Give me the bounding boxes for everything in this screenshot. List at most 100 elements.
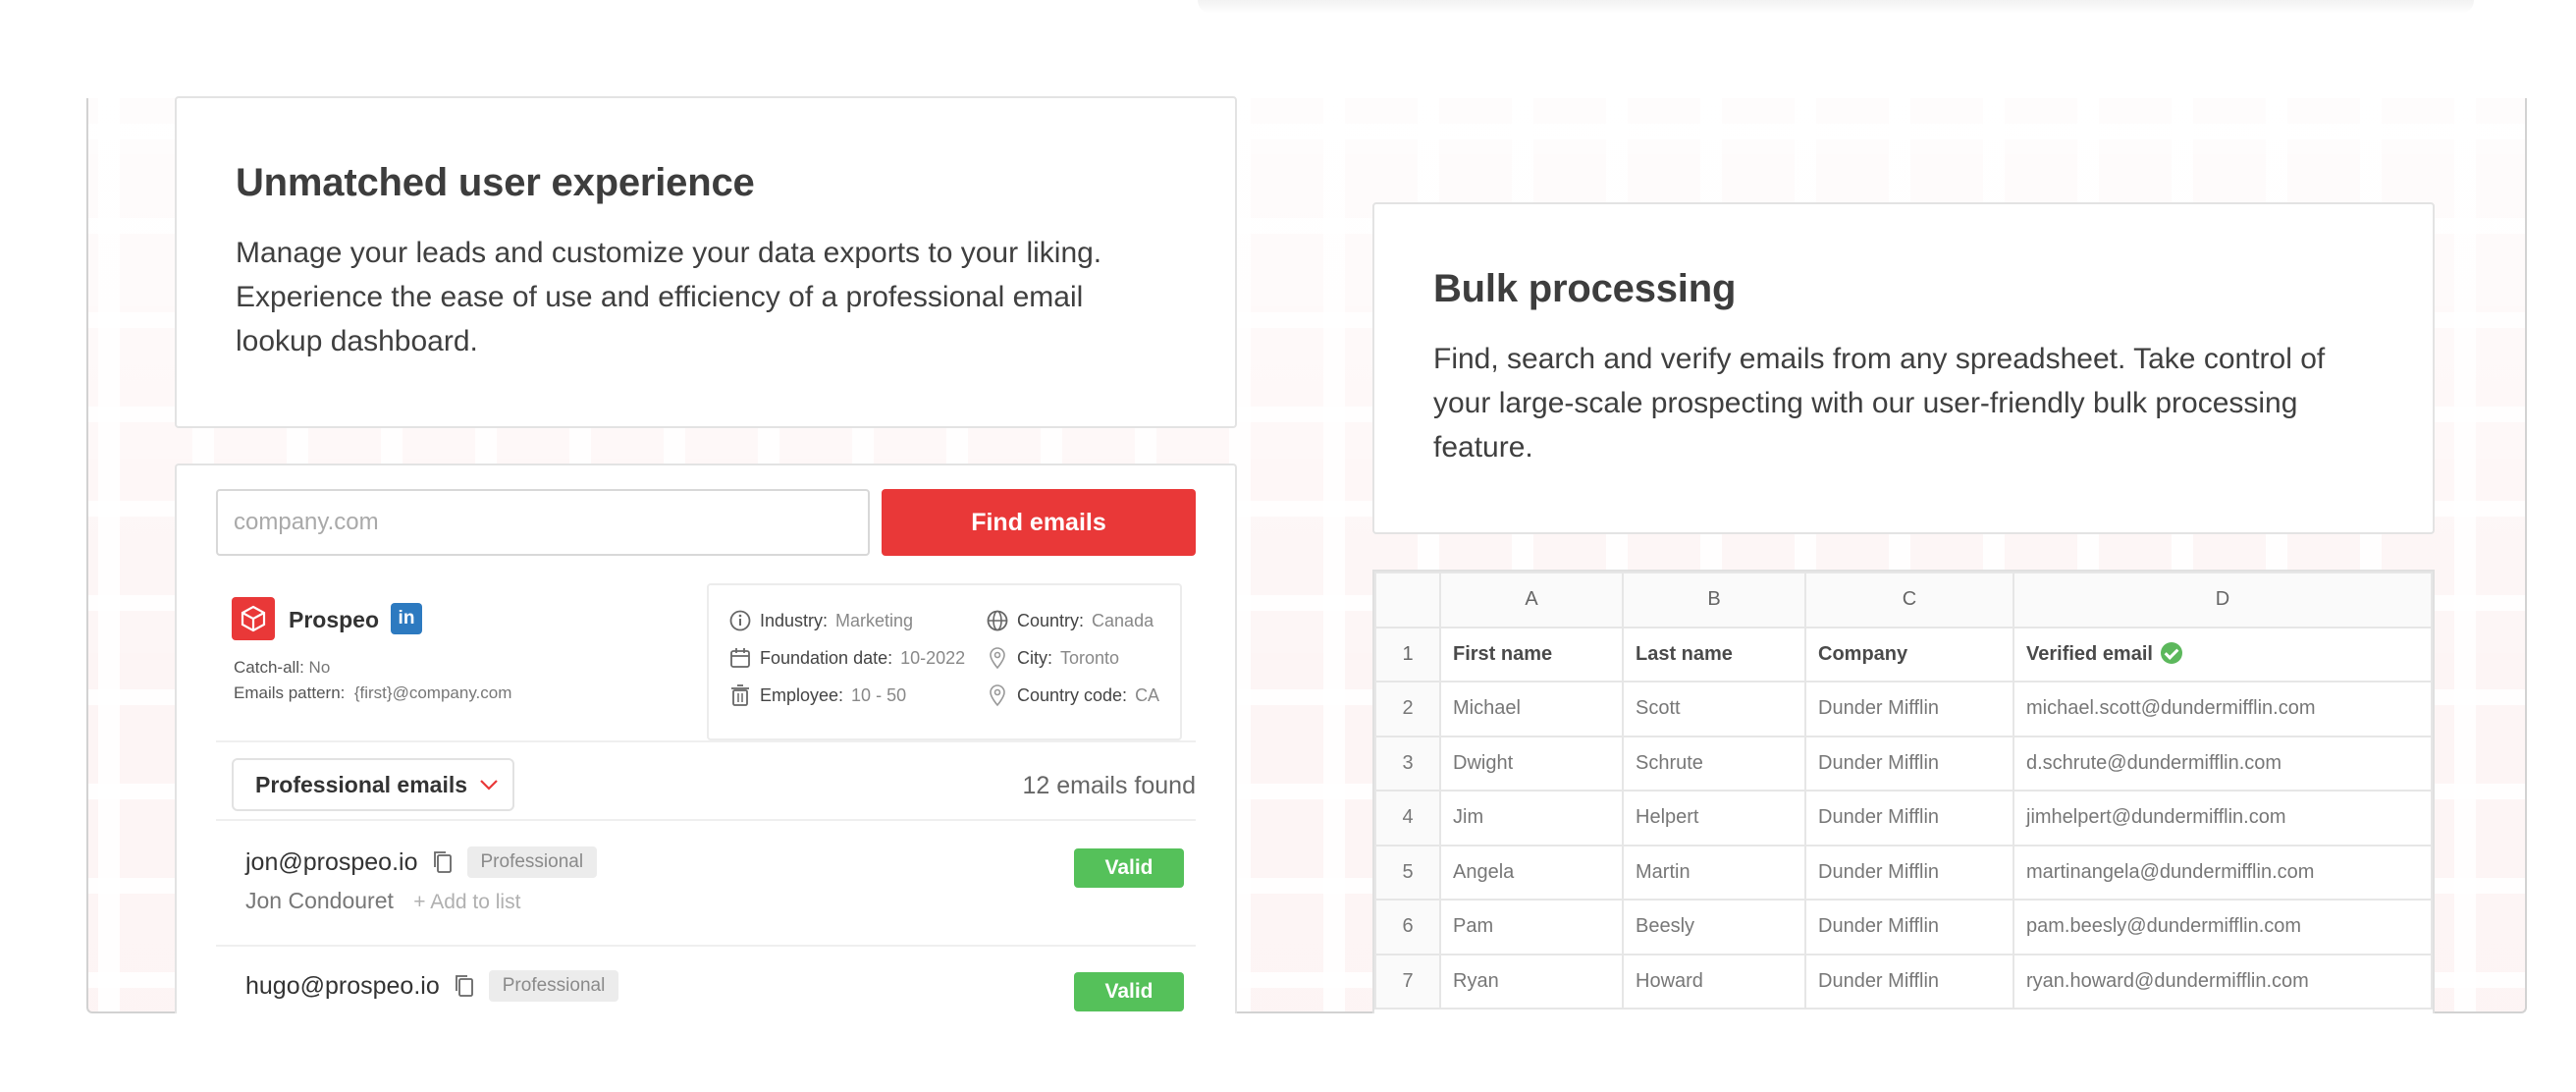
catch-all-value: No: [308, 658, 331, 677]
top-shadow: [1198, 0, 2474, 14]
table-cell[interactable]: martinangela@dundermifflin.com: [2012, 844, 2433, 901]
table-row: 7 Ryan Howard Dunder Mifflin ryan.howard…: [1374, 953, 2433, 1010]
email-type-tag: Professional: [466, 846, 598, 878]
location-pin-icon: [990, 684, 1005, 707]
divider: [216, 740, 1196, 742]
table-cell[interactable]: Beesly: [1622, 899, 1806, 956]
table-cell[interactable]: Howard: [1622, 953, 1806, 1010]
country-label: Country:: [1017, 610, 1085, 630]
globe-icon: [987, 610, 1008, 631]
divider: [216, 819, 1196, 821]
contact-name-row: Jon Condouret + Add to list: [245, 888, 520, 914]
valid-badge: Valid: [1074, 972, 1184, 1011]
table-cell[interactable]: Jim: [1439, 790, 1624, 846]
table-cell[interactable]: Dunder Mifflin: [1804, 953, 2014, 1010]
table-cell[interactable]: pam.beesly@dundermifflin.com: [2012, 899, 2433, 956]
column-header[interactable]: D: [2012, 572, 2433, 628]
table-cell[interactable]: Dwight: [1439, 735, 1624, 792]
table-cell[interactable]: ryan.howard@dundermifflin.com: [2012, 953, 2433, 1010]
company-name: Prospeo: [289, 607, 380, 632]
email-type-label: Professional emails: [255, 771, 468, 797]
table-row: 6 Pam Beesly Dunder Mifflin pam.beesly@d…: [1374, 899, 2433, 956]
linkedin-icon[interactable]: in: [391, 603, 422, 634]
table-cell[interactable]: Helpert: [1622, 790, 1806, 846]
company-logo-icon: [232, 597, 275, 640]
location-pin-icon: [990, 647, 1005, 670]
row-number: 7: [1374, 953, 1441, 1010]
table-cell[interactable]: Company: [1804, 626, 2014, 682]
row-number: 1: [1374, 626, 1441, 682]
table-cell[interactable]: Angela: [1439, 844, 1624, 901]
table-row: 1 First name Last name Company Verified …: [1374, 626, 2433, 682]
email-address: jon@prospeo.io: [245, 847, 418, 876]
foundation-info: Foundation date: 10-2022: [728, 646, 965, 670]
foundation-value: 10-2022: [900, 647, 966, 668]
table-cell[interactable]: Martin: [1622, 844, 1806, 901]
city-value: Toronto: [1060, 647, 1120, 668]
table-cell[interactable]: Dunder Mifflin: [1804, 844, 2014, 901]
country-info: Country: Canada: [986, 609, 1154, 632]
feature-body-bulk: Find, search and verify emails from any …: [1433, 343, 2326, 464]
add-to-list-link[interactable]: + Add to list: [413, 891, 520, 913]
table-cell[interactable]: Michael: [1439, 681, 1624, 737]
email-address-row: hugo@prospeo.io Professional: [245, 970, 619, 1002]
industry-info: Industry: Marketing: [728, 609, 913, 632]
email-address-row: jon@prospeo.io Professional: [245, 846, 598, 878]
row-number: 3: [1374, 735, 1441, 792]
foundation-label: Foundation date:: [760, 647, 893, 668]
column-header[interactable]: C: [1804, 572, 2014, 628]
country-code-value: CA: [1135, 684, 1160, 705]
table-cell[interactable]: First name: [1439, 626, 1624, 682]
catch-all-info: Catch-all: No: [234, 658, 330, 678]
feature-title-bulk: Bulk processing: [1433, 267, 1737, 310]
industry-label: Industry:: [760, 610, 829, 630]
employee-info: Employee: 10 - 50: [728, 683, 906, 707]
spreadsheet-preview: A B C D 1 First name Last name Company V…: [1372, 570, 2435, 1013]
find-emails-button[interactable]: Find emails: [882, 489, 1196, 556]
valid-badge: Valid: [1074, 848, 1184, 888]
email-type-dropdown[interactable]: Professional emails: [232, 758, 514, 811]
country-code-label: Country code:: [1017, 684, 1128, 705]
email-pattern-label: Emails pattern:: [234, 683, 346, 702]
city-info: City: Toronto: [986, 646, 1119, 670]
check-circle-icon: [2160, 642, 2182, 665]
table-row: 3 Dwight Schrute Dunder Mifflin d.schrut…: [1374, 735, 2433, 792]
table-cell[interactable]: Verified email: [2012, 626, 2433, 682]
spreadsheet-table: A B C D 1 First name Last name Company V…: [1374, 572, 2433, 1010]
email-pattern-value: {first}@company.com: [353, 683, 512, 702]
copy-icon[interactable]: [432, 849, 454, 875]
table-cell[interactable]: Ryan: [1439, 953, 1624, 1010]
industry-value: Marketing: [835, 610, 914, 630]
feature-title-ux: Unmatched user experience: [236, 161, 755, 204]
employee-value: 10 - 50: [851, 684, 907, 705]
city-label: City:: [1017, 647, 1052, 668]
calendar-icon: [730, 648, 750, 668]
table-cell[interactable]: Schrute: [1622, 735, 1806, 792]
table-cell[interactable]: Scott: [1622, 681, 1806, 737]
table-cell[interactable]: michael.scott@dundermifflin.com: [2012, 681, 2433, 737]
table-cell[interactable]: Dunder Mifflin: [1804, 735, 2014, 792]
company-info-box: Industry: Marketing Foundation date: 10-…: [707, 583, 1182, 740]
table-cell[interactable]: Pam: [1439, 899, 1624, 956]
domain-search-input[interactable]: [216, 489, 870, 556]
employee-label: Employee:: [760, 684, 844, 705]
copy-icon[interactable]: [454, 973, 475, 999]
email-type-tag: Professional: [488, 970, 619, 1002]
column-header[interactable]: A: [1439, 572, 1624, 628]
emails-found-count: 12 emails found: [1022, 772, 1196, 799]
feature-body-ux: Manage your leads and customize your dat…: [236, 237, 1102, 357]
email-address: hugo@prospeo.io: [245, 971, 440, 1000]
row-number: 5: [1374, 844, 1441, 901]
feature-card-bulk: Bulk processing Find, search and verify …: [1372, 202, 2435, 534]
row-number: 4: [1374, 790, 1441, 846]
table-cell[interactable]: Dunder Mifflin: [1804, 899, 2014, 956]
table-cell[interactable]: d.schrute@dundermifflin.com: [2012, 735, 2433, 792]
feature-card-ux: Unmatched user experience Manage your le…: [175, 96, 1237, 428]
table-cell[interactable]: Dunder Mifflin: [1804, 790, 2014, 846]
table-cell[interactable]: jimhelpert@dundermifflin.com: [2012, 790, 2433, 846]
column-header[interactable]: B: [1622, 572, 1806, 628]
table-cell[interactable]: Dunder Mifflin: [1804, 681, 2014, 737]
table-cell[interactable]: Last name: [1622, 626, 1806, 682]
table-row: 5 Angela Martin Dunder Mifflin martinang…: [1374, 844, 2433, 901]
row-number: 6: [1374, 899, 1441, 956]
